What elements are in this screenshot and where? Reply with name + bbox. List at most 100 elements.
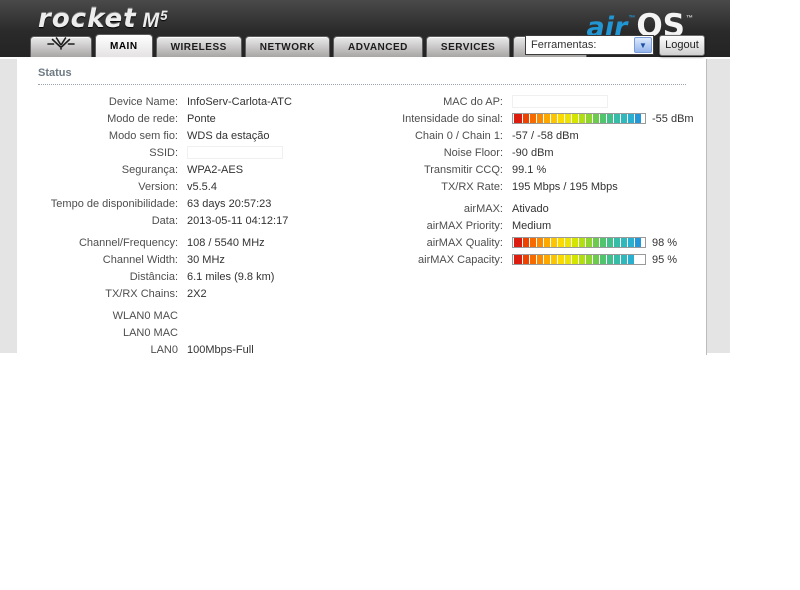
field-label: Segurança: — [121, 163, 178, 176]
status-row: Channel/Frequency: 108 / 5540 MHz — [38, 234, 292, 251]
bar-segment — [600, 255, 606, 264]
status-column-right: MAC do AP: Intensidade do sinal: -55 dBm Ch… — [353, 93, 694, 268]
field-label: TX/RX Rate: — [441, 180, 503, 193]
bar-segment — [551, 238, 557, 247]
field-value: Ativado — [512, 202, 549, 215]
status-row: LAN0 MAC — [38, 324, 292, 341]
bar-value-text: -55 dBm — [652, 112, 694, 125]
bar-segment — [593, 255, 599, 264]
field-label: Chain 0 / Chain 1: — [414, 129, 503, 142]
status-row: Distância: 6.1 miles (9.8 km) — [38, 268, 292, 285]
bar-segment — [530, 255, 536, 264]
tab-wireless[interactable]: WIRELESS — [155, 36, 242, 57]
field-label: Tempo de disponibilidade: — [50, 197, 178, 210]
bar-segment — [628, 114, 634, 123]
status-row: airMAX: Ativado — [353, 200, 694, 217]
status-row: Segurança: WPA2-AES — [38, 161, 292, 178]
bar-segment — [537, 255, 543, 264]
bar-segment — [514, 238, 522, 247]
field-label: Data: — [151, 214, 178, 227]
bar-segment — [607, 238, 613, 247]
tab-network[interactable]: NETWORK — [244, 36, 330, 57]
field-value: 99.1 % — [512, 163, 547, 176]
bar-value-text: 98 % — [652, 236, 678, 249]
bar-segment — [530, 238, 536, 247]
status-row: Tempo de disponibilidade: 63 days 20:57:2… — [38, 195, 292, 212]
bar-segment — [635, 114, 641, 123]
bar-segment — [635, 238, 641, 247]
signal-bar — [512, 237, 646, 248]
field-label: MAC do AP: — [443, 95, 503, 108]
bar-segment — [635, 255, 641, 264]
field-label: Device Name: — [108, 95, 178, 108]
bar-segment — [551, 114, 557, 123]
status-row: Intensidade do sinal: -55 dBm — [353, 110, 694, 127]
bar-segment — [614, 255, 620, 264]
airos-app: rocket M5 air™OS™ MAIN WIRELESS NETWORK … — [0, 0, 730, 356]
bar-segment — [565, 255, 571, 264]
status-row: Transmitir CCQ: 99.1 % — [353, 161, 694, 178]
bar-segment — [586, 238, 592, 247]
bar-segment — [572, 238, 578, 247]
status-row: WLAN0 MAC — [38, 307, 292, 324]
trademark-symbol: ™ — [686, 15, 693, 22]
bar-segment — [586, 255, 592, 264]
trademark-symbol: ™ — [628, 15, 636, 22]
bar-segment — [579, 114, 585, 123]
tools-dropdown[interactable]: Ferramentas: ▼ — [525, 35, 654, 55]
status-row: LAN0 100Mbps-Full — [38, 341, 292, 358]
status-row: Modo de rede: Ponte — [38, 110, 292, 127]
field-label: Channel Width: — [102, 253, 178, 266]
field-value: 195 Mbps / 195 Mbps — [512, 180, 618, 193]
bar-segment — [621, 238, 627, 247]
bar-segment — [551, 255, 557, 264]
field-label: Channel/Frequency: — [78, 236, 178, 249]
field-label: SSID: — [149, 146, 178, 159]
field-label: airMAX Priority: — [426, 219, 503, 232]
field-value: WDS da estação — [187, 129, 270, 142]
tab-main[interactable]: MAIN — [95, 34, 153, 57]
redacted-value-box — [187, 146, 283, 159]
bar-value-text: 95 % — [652, 253, 678, 266]
bar-segment — [514, 255, 522, 264]
logout-button[interactable]: Logout — [659, 35, 705, 56]
tab-advanced[interactable]: ADVANCED — [332, 36, 423, 57]
bar-segment — [537, 238, 543, 247]
status-row: Chain 0 / Chain 1: -57 / -58 dBm — [353, 127, 694, 144]
field-value: Ponte — [187, 112, 216, 125]
status-row: Data: 2013-05-11 04:12:17 — [38, 212, 292, 229]
field-label: LAN0 — [150, 343, 178, 356]
field-label: Transmitir CCQ: — [423, 163, 503, 176]
bar-segment — [607, 114, 613, 123]
field-value: -90 dBm — [512, 146, 554, 159]
field-label: LAN0 MAC — [122, 326, 178, 339]
field-label: TX/RX Chains: — [105, 287, 178, 300]
bar-segment — [544, 255, 550, 264]
status-column-left: Device Name: InfoServ-Carlota-ATC Modo de … — [38, 93, 292, 358]
status-row: airMAX Quality: 98 % — [353, 234, 694, 251]
field-value: Medium — [512, 219, 552, 232]
bar-segment — [530, 114, 536, 123]
status-row: TX/RX Rate: 195 Mbps / 195 Mbps — [353, 178, 694, 195]
bar-segment — [514, 114, 522, 123]
rocket-m5-logo: rocket M5 — [38, 4, 168, 34]
field-label: Version: — [138, 180, 178, 193]
model-letter: M — [142, 10, 161, 32]
field-value: 108 / 5540 MHz — [187, 236, 265, 249]
field-label: Noise Floor: — [443, 146, 503, 159]
bar-segment — [579, 255, 585, 264]
bar-segment — [621, 255, 627, 264]
status-row: airMAX Capacity: 95 % — [353, 251, 694, 268]
bar-segment — [523, 238, 529, 247]
field-label: Intensidade do sinal: — [402, 112, 503, 125]
brand-name: rocket — [38, 4, 137, 34]
chevron-down-icon: ▼ — [634, 37, 652, 53]
bar-segment — [593, 114, 599, 123]
field-value: 100Mbps-Full — [187, 343, 254, 356]
tab-ubiquiti-logo[interactable] — [30, 36, 92, 57]
tab-services[interactable]: SERVICES — [425, 36, 511, 57]
field-label: WLAN0 MAC — [112, 309, 178, 322]
status-row: MAC do AP: — [353, 93, 694, 110]
bar-segment — [628, 238, 634, 247]
bar-segment — [537, 114, 543, 123]
